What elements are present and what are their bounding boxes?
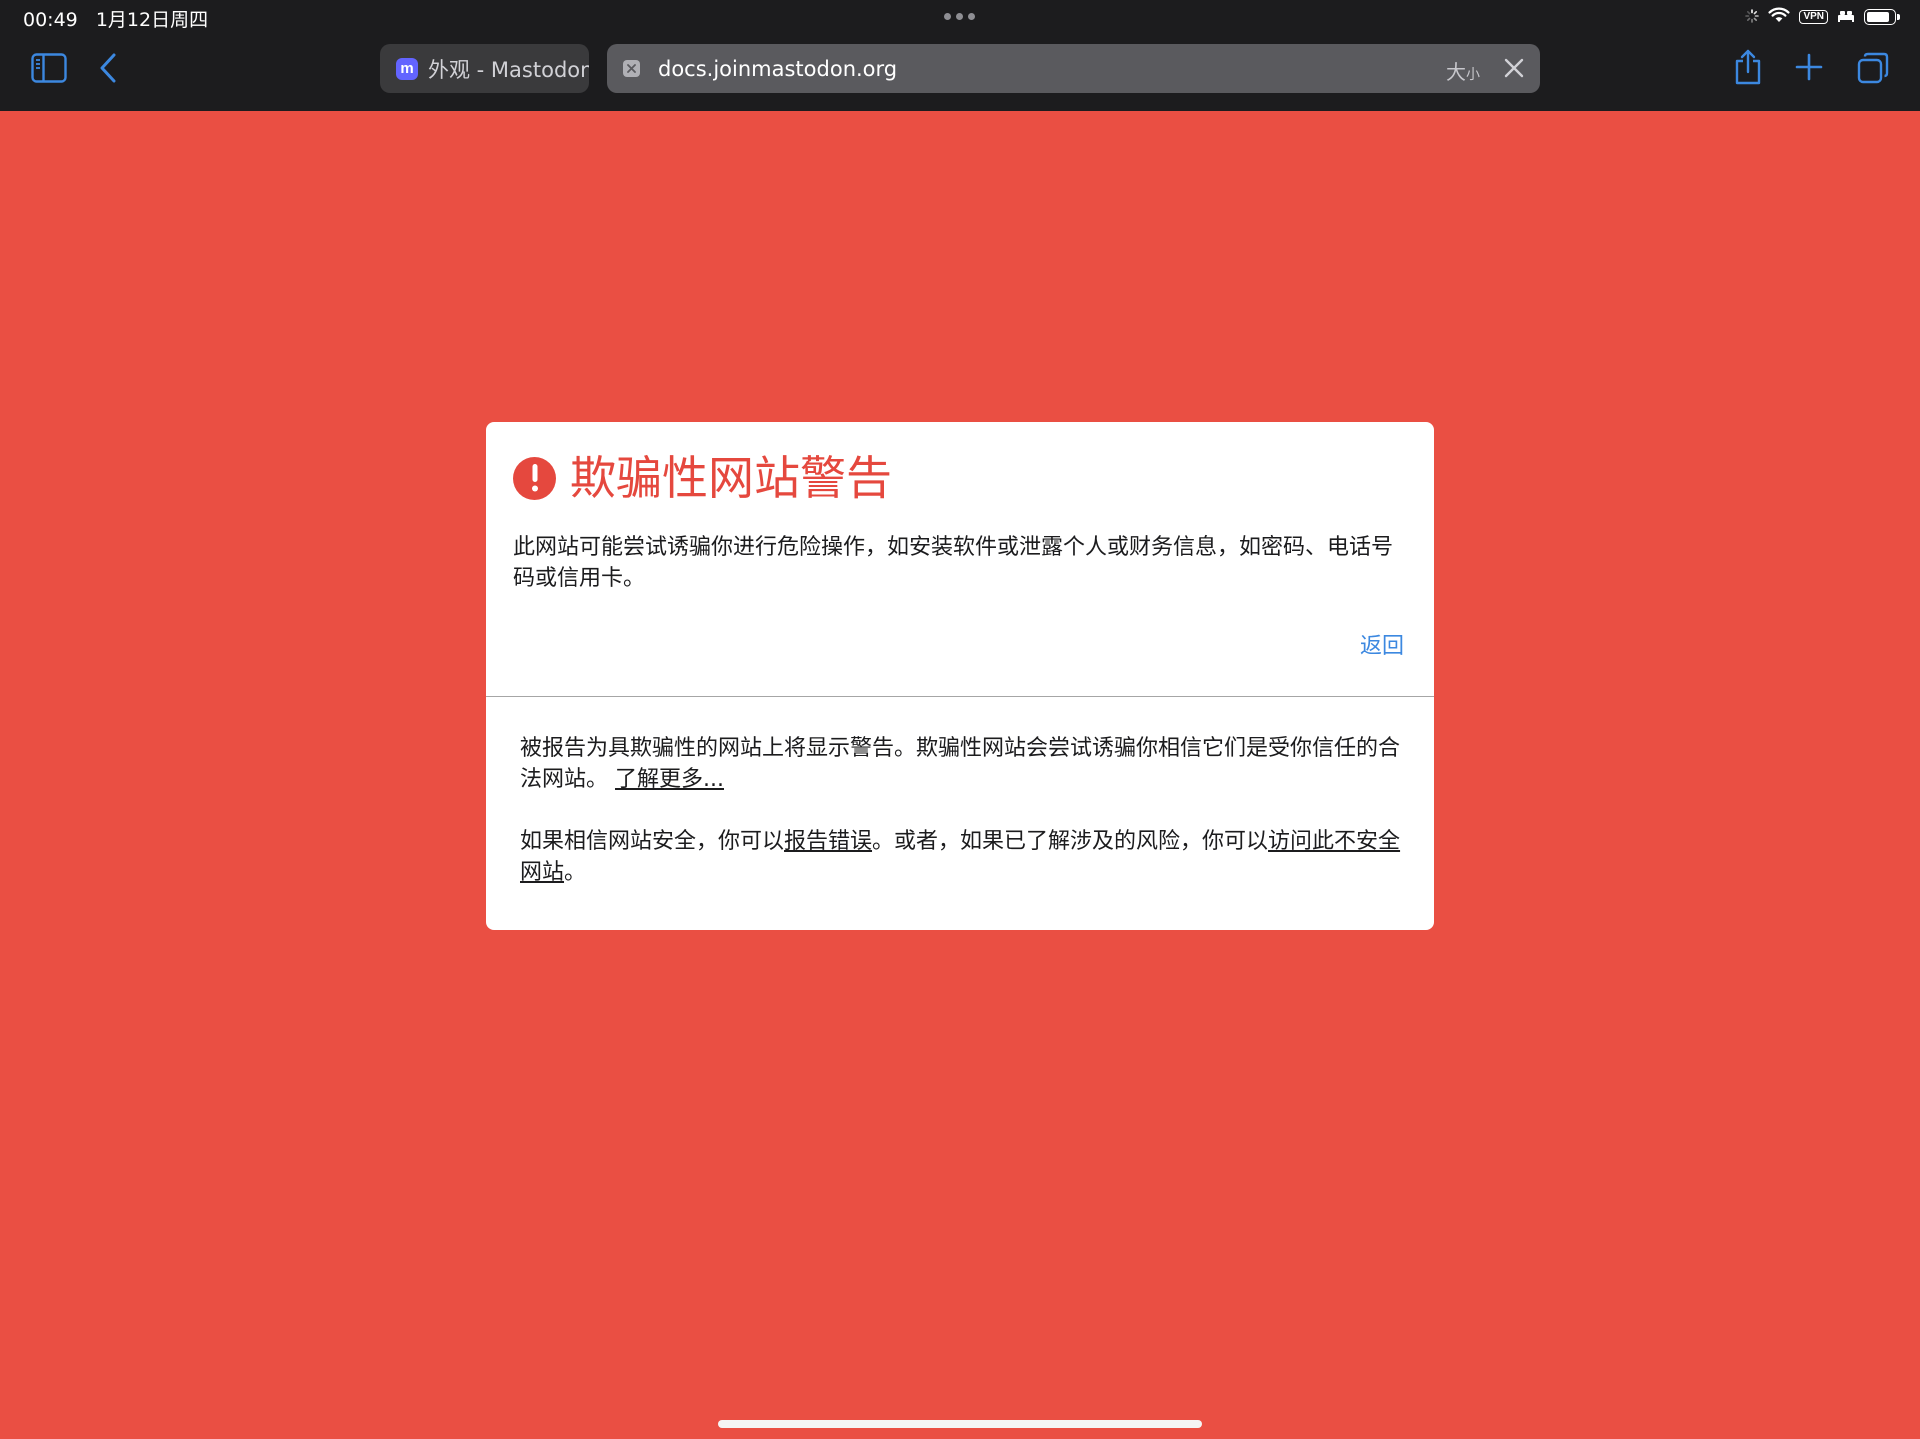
back-chevron-icon[interactable]	[96, 52, 120, 84]
share-icon[interactable]	[1732, 48, 1764, 86]
status-bar: 00:49 1月12日周四 VPN	[0, 0, 1920, 34]
go-back-button[interactable]: 返回	[1360, 628, 1404, 660]
details-text-2-prefix: 如果相信网站安全，你可以	[520, 829, 785, 854]
warning-summary: 欺骗性网站警告 此网站可能尝试诱骗你进行危险操作，如安装软件或泄露个人或财务信息…	[486, 422, 1434, 697]
tab-mastodon[interactable]: m 外观 - Mastodon	[380, 44, 589, 93]
wifi-icon	[1768, 7, 1790, 27]
vpn-icon: VPN	[1799, 10, 1828, 24]
reader-size-big: 大	[1446, 60, 1466, 84]
mastodon-icon: m	[396, 57, 418, 80]
warning-title: 欺骗性网站警告	[570, 451, 892, 505]
loading-icon	[1745, 8, 1760, 27]
multitasking-dots-icon[interactable]	[944, 13, 975, 20]
plus-icon[interactable]	[1794, 52, 1824, 82]
home-indicator[interactable]	[718, 1420, 1202, 1428]
tab-title: 外观 - Mastodon	[428, 57, 589, 82]
url-text: docs.joinmastodon.org	[658, 56, 898, 81]
status-date: 1月12日周四	[95, 9, 209, 31]
details-text-2-suffix: 。	[564, 860, 587, 885]
reader-size-small: 小	[1466, 67, 1480, 83]
status-time: 00:49	[23, 9, 78, 31]
close-icon[interactable]	[1502, 56, 1526, 80]
tabs-overview-icon[interactable]	[1856, 51, 1890, 85]
warning-header: 欺骗性网站警告	[513, 450, 892, 506]
report-error-link[interactable]: 报告错误	[784, 829, 872, 854]
blocked-site-icon	[623, 60, 640, 77]
exclamation-icon	[513, 456, 556, 500]
details-text-2-middle: 。或者，如果已了解涉及的风险，你可以	[872, 829, 1269, 854]
reader-size-button[interactable]: 大小	[1446, 56, 1480, 85]
details-paragraph-2: 如果相信网站安全，你可以报告错误。或者，如果已了解涉及的风险，你可以访问此不安全…	[520, 826, 1404, 888]
details-paragraph-1: 被报告为具欺骗性的网站上将显示警告。欺骗性网站会尝试诱骗你相信它们是受你信任的合…	[520, 733, 1404, 795]
battery-icon	[1864, 9, 1900, 25]
status-time-date: 00:49 1月12日周四	[23, 5, 220, 32]
sleep-icon	[1837, 8, 1855, 27]
learn-more-link[interactable]: 了解更多...	[615, 767, 724, 792]
status-indicators: VPN	[1745, 7, 1900, 27]
deceptive-site-warning-card: 欺骗性网站警告 此网站可能尝试诱骗你进行危险操作，如安装软件或泄露个人或财务信息…	[486, 422, 1434, 930]
address-bar[interactable]: docs.joinmastodon.org 大小	[607, 44, 1540, 93]
browser-toolbar: m 外观 - Mastodon docs.joinmastodon.org 大小	[0, 34, 1920, 111]
sidebar-icon[interactable]	[30, 52, 68, 84]
warning-description: 此网站可能尝试诱骗你进行危险操作，如安装软件或泄露个人或财务信息，如密码、电话号…	[513, 535, 1394, 591]
